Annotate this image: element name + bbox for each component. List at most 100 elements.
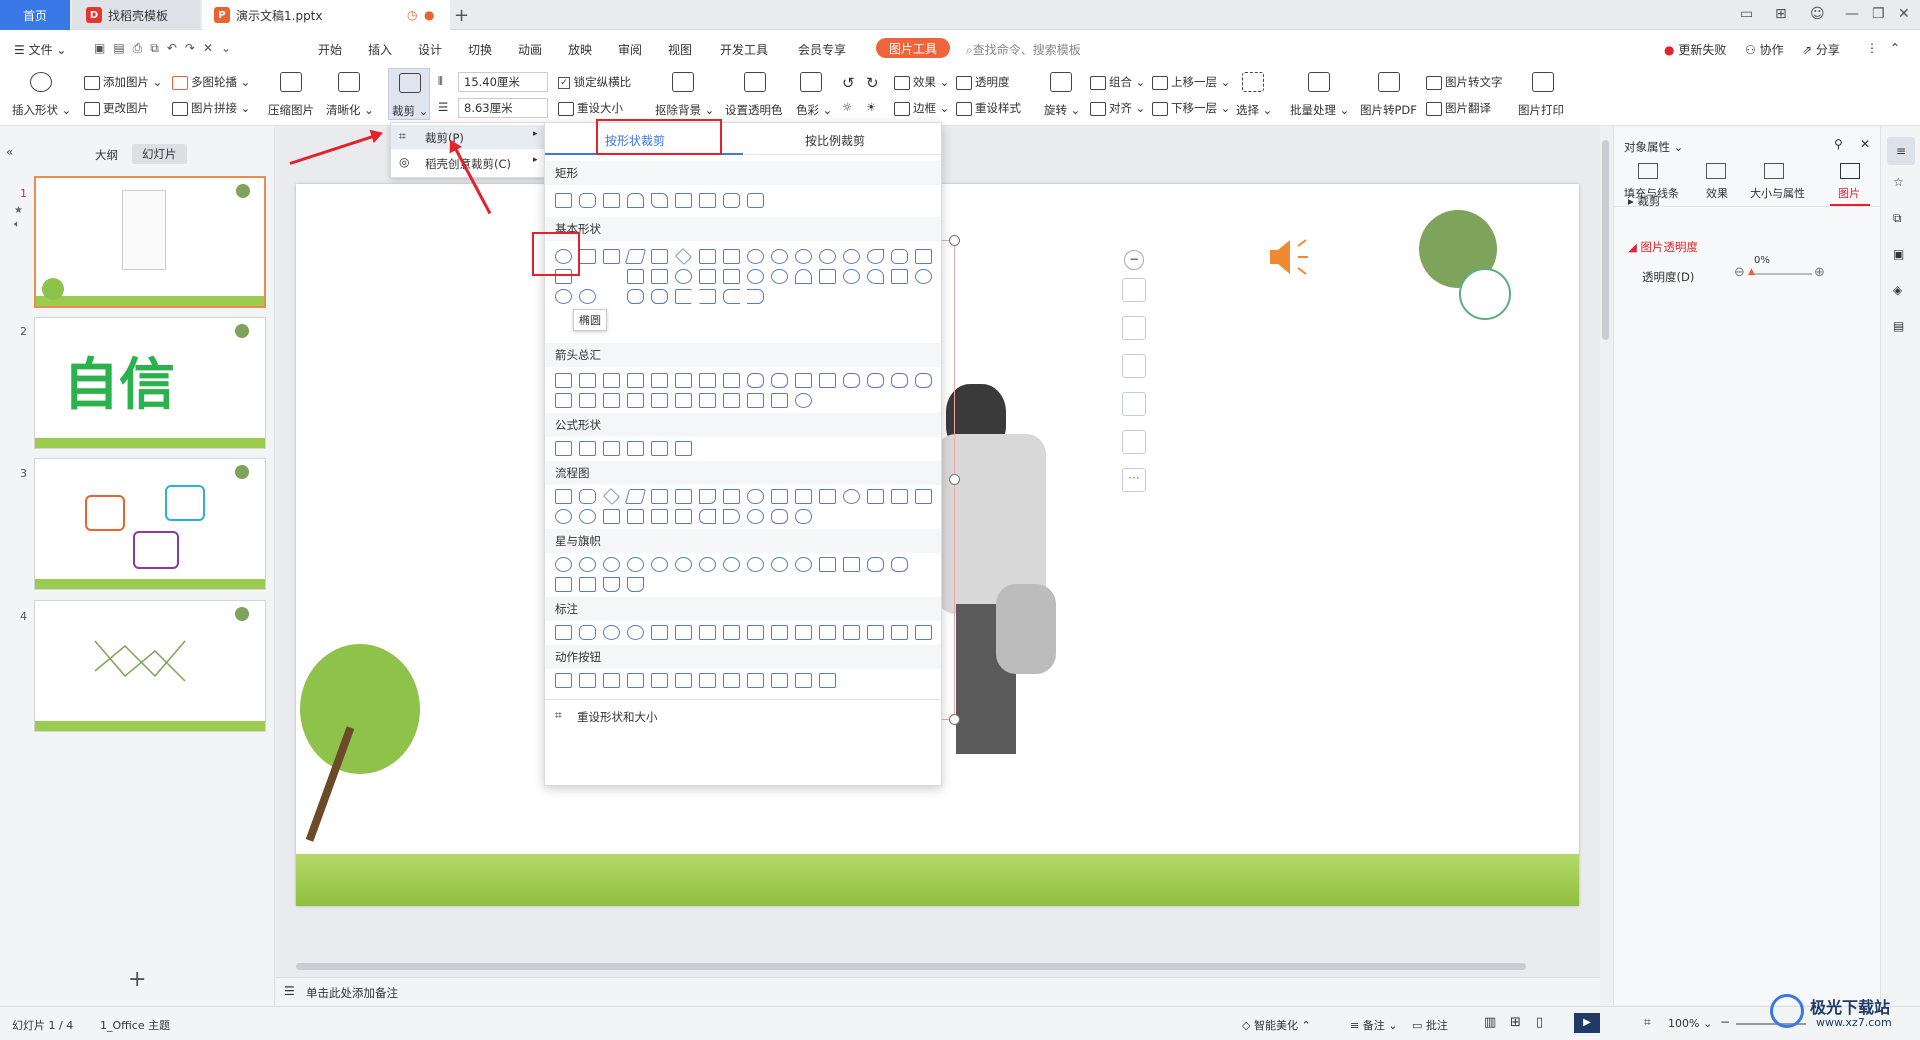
up-arrow-callout-shape[interactable] [723,393,740,408]
flow-multidocument-shape[interactable] [723,489,740,504]
striped-right-arrow-shape[interactable] [555,393,572,408]
menu-slideshow[interactable]: 放映 [568,41,592,58]
star16-shape[interactable] [747,557,764,572]
book-icon[interactable]: ▤ [1893,319,1904,333]
sorter-view-icon[interactable]: ⊞ [1510,1015,1521,1030]
close-icon[interactable]: ✕ [1898,6,1910,22]
transparency-slider[interactable] [1752,273,1812,275]
right-arrow-callout-shape[interactable] [651,393,668,408]
height-field[interactable]: 8.63厘米 [458,98,548,118]
accent-callout4-shape[interactable] [819,625,836,640]
left-arrow-callout-shape[interactable] [699,393,716,408]
cloud-shape[interactable] [579,289,596,304]
width-field[interactable]: 15.40厘米 [458,72,548,92]
round-rect-callout-shape[interactable] [579,625,596,640]
menu-view[interactable]: 视图 [668,41,692,58]
resize-handle-br[interactable] [949,714,960,725]
smart-beautify-button[interactable]: ◇ 智能美化 ⌃ [1242,1017,1311,1033]
slides-tab[interactable]: 幻灯片 [132,144,187,164]
tab-template[interactable]: D 找稻壳模板 [72,0,200,30]
search-box[interactable]: ⌕查找命令、搜索模板 [966,41,1081,58]
collapse-ribbon-icon[interactable]: ⌃ [1890,41,1900,55]
menu-review[interactable]: 审阅 [618,41,642,58]
pie-shape[interactable] [843,249,860,264]
avatar-icon[interactable]: ☺ [1810,6,1825,22]
menu-transition[interactable]: 切换 [468,41,492,58]
curved-ribbon-down-shape[interactable] [891,557,908,572]
select-button[interactable]: 选择 ⌄ [1236,102,1272,118]
slide-thumbnail-1[interactable] [34,176,266,308]
menu-start[interactable]: 开始 [318,41,342,58]
decagon-shape[interactable] [795,249,812,264]
fit-window-icon[interactable]: ⌗ [1644,1015,1651,1030]
border-button[interactable]: 边框 ⌄ [894,100,949,116]
smiley-shape[interactable] [843,269,860,284]
left-right-up-arrow-shape[interactable] [723,373,740,388]
tab-crop-by-ratio[interactable]: 按比例裁剪 [745,123,941,155]
action-return-shape[interactable] [699,673,716,688]
outline-tab[interactable]: 大纲 [95,147,118,163]
insert-shape-button[interactable]: 插入形状 ⌄ [12,102,71,118]
left-right-arrow-shape[interactable] [651,373,668,388]
rectangle-shape[interactable] [555,193,572,208]
flow-extract-shape[interactable] [651,509,668,524]
restore-icon[interactable]: ❐ [1872,6,1885,22]
rect-callout-shape[interactable] [555,625,572,640]
action-home-shape[interactable] [651,673,668,688]
frame-shape[interactable] [915,249,932,264]
flow-collate-shape[interactable] [603,509,620,524]
resize-handle-tr[interactable] [949,235,960,246]
plaque-shape[interactable] [627,269,644,284]
u-turn-arrow-shape[interactable] [771,373,788,388]
flow-internal-storage-shape[interactable] [675,489,692,504]
tab-picture[interactable]: 图片 [1838,185,1860,201]
snip-rectangle-shape[interactable] [603,193,620,208]
line-callout2-shape[interactable] [675,625,692,640]
up-down-arrow-shape[interactable] [675,373,692,388]
brightness-down-icon[interactable]: ☼ [842,100,852,114]
parallelogram-shape[interactable] [624,249,647,264]
remove-bg-button[interactable]: 抠除背景 ⌄ [655,102,714,118]
to-pdf-button[interactable]: 图片转PDF [1360,102,1417,118]
left-bracket-shape[interactable] [675,289,692,304]
grid-icon[interactable]: ⊞ [1775,6,1787,22]
star12-shape[interactable] [723,557,740,572]
multi-outline-button[interactable]: 多图轮播 ⌄ [172,74,250,90]
tab-size-properties[interactable]: 大小与属性 [1750,185,1805,201]
lightning-shape[interactable] [891,269,908,284]
crop-section-toggle[interactable]: ▸ 裁剪 [1628,193,1660,209]
notes-bar[interactable]: ☰ 单击此处添加备注 [276,977,1600,1005]
layers-icon[interactable] [1122,278,1146,302]
rotate-button[interactable]: 旋转 ⌄ [1044,102,1080,118]
notched-right-arrow-shape[interactable] [579,393,596,408]
octagon-shape[interactable] [771,249,788,264]
effects-button[interactable]: 效果 ⌄ [894,74,949,90]
teardrop-shape[interactable] [891,249,908,264]
compress-button[interactable]: 压缩图片 [268,102,314,118]
brightness-up-icon[interactable]: ☀ [866,100,876,114]
zoom-dropdown[interactable]: 100% ⌄ [1668,1017,1712,1030]
pentagon-arrow-shape[interactable] [603,393,620,408]
action-sound-shape[interactable] [771,673,788,688]
panel-close-icon[interactable]: ✕ [1860,137,1870,151]
accent-callout3-shape[interactable] [795,625,812,640]
explosion-shape[interactable] [555,557,572,572]
lock-ratio-checkbox[interactable]: ✓ 锁定纵横比 [558,74,631,90]
bring-forward-button[interactable]: 上移一层 ⌄ [1152,74,1230,90]
border-callout4-shape[interactable] [915,625,932,640]
cross-shape[interactable] [651,269,668,284]
add-slide-button[interactable]: + [128,967,146,992]
print-button[interactable]: 图片打印 [1518,102,1564,118]
action-back-shape[interactable] [555,673,572,688]
copy-icon[interactable]: ⧉ [1893,211,1902,226]
menu-design[interactable]: 设计 [418,41,442,58]
left-arrow-shape[interactable] [579,373,596,388]
sun-shape[interactable] [915,269,932,284]
quad-arrow-shape[interactable] [699,373,716,388]
cube-shape[interactable] [699,269,716,284]
divide-shape[interactable] [627,441,644,456]
flow-predefined-shape[interactable] [651,489,668,504]
zoom-icon[interactable] [1122,316,1146,340]
down-arrow-callout-shape[interactable] [675,393,692,408]
to-text-button[interactable]: 图片转文字 [1426,74,1503,90]
